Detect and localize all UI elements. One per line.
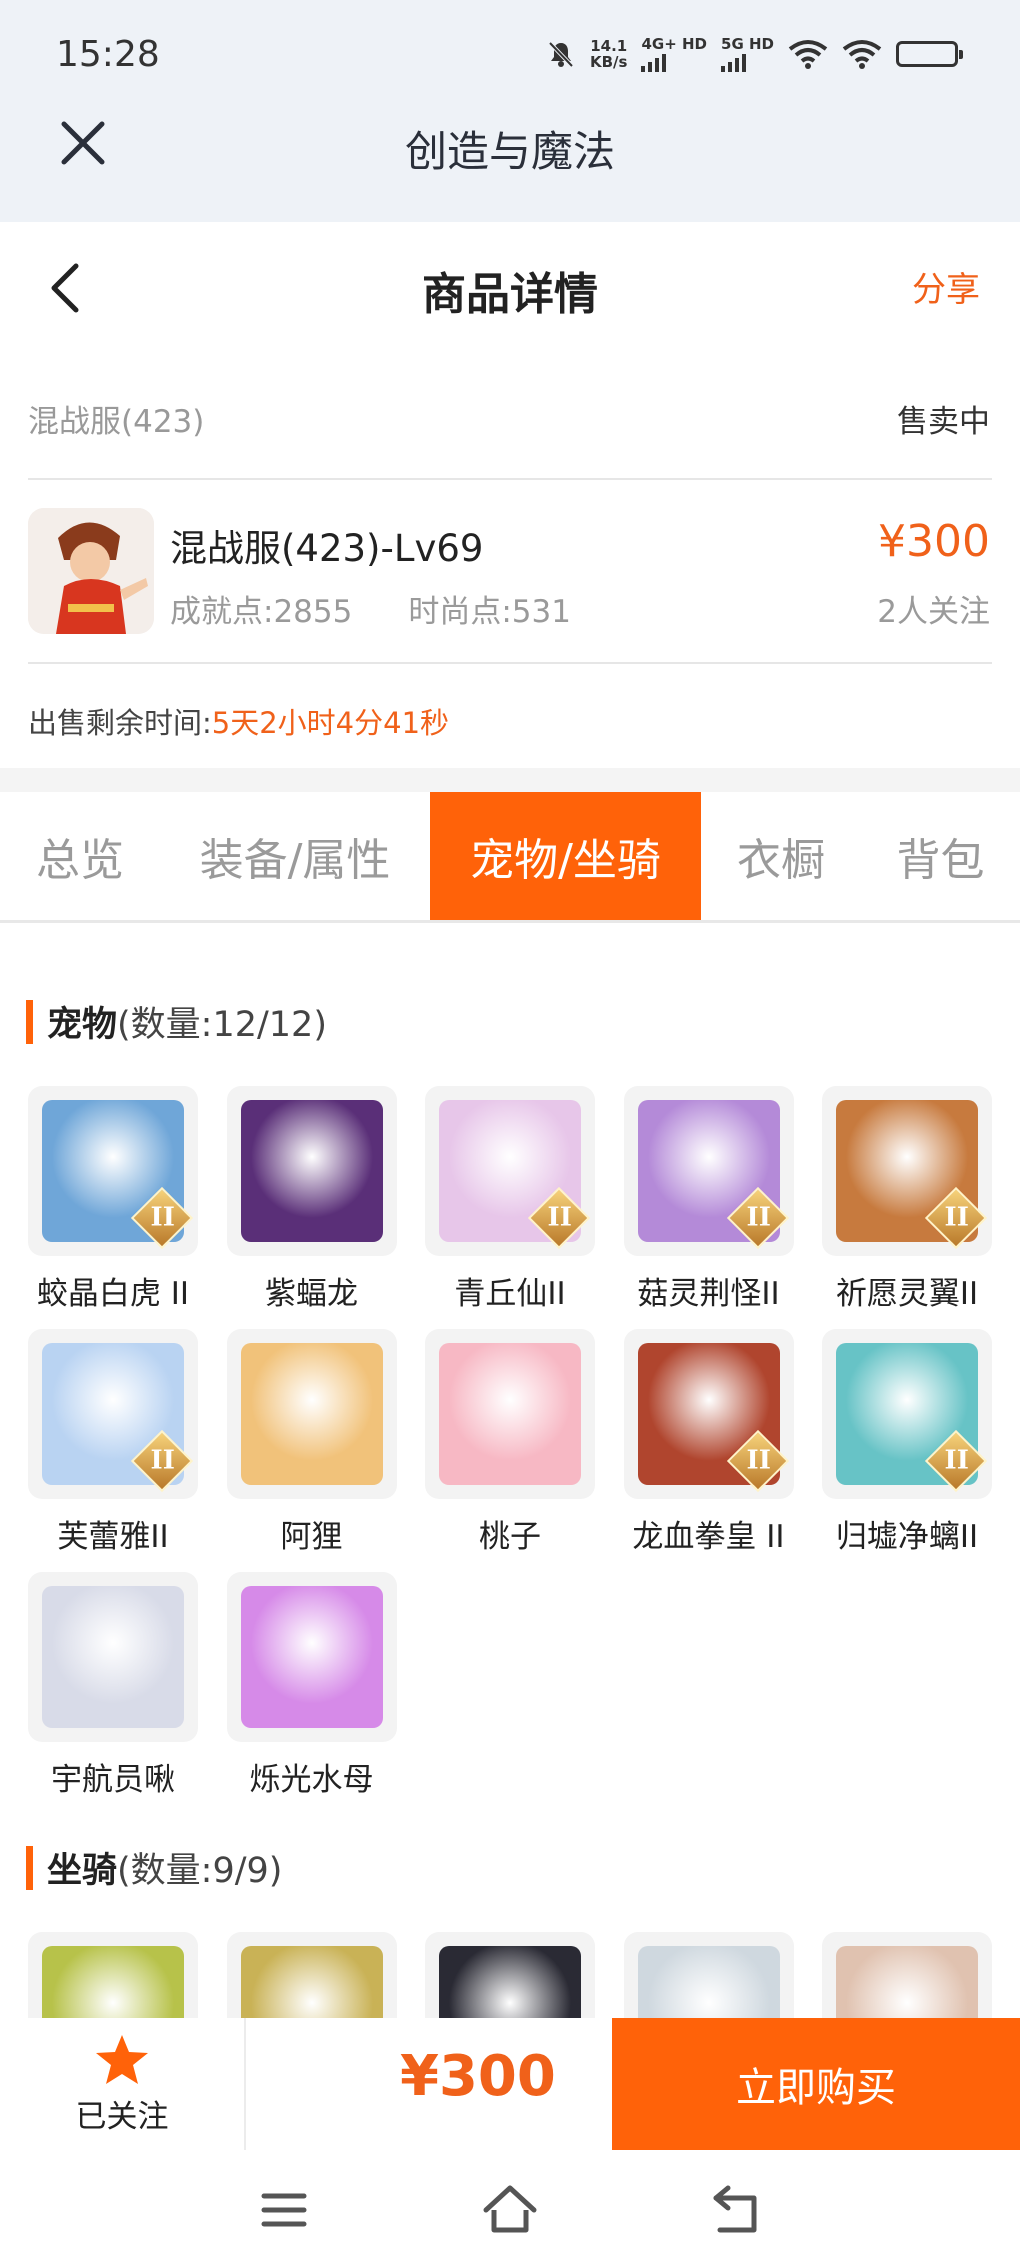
- pet-name: 祈愿灵翼II: [835, 1276, 979, 1312]
- pet-thumbnail: [226, 1572, 397, 1742]
- character-name: 混战服(423)-Lv69: [170, 527, 484, 570]
- pet-item[interactable]: 烁光水母: [226, 1572, 397, 1799]
- pet-item[interactable]: II 菇灵荆怪II: [623, 1086, 794, 1313]
- listing-price: ¥300: [878, 516, 990, 567]
- status-time: 15:28: [56, 34, 160, 75]
- achievement-points: 成就点:2855: [170, 594, 353, 630]
- pet-item[interactable]: 阿狸: [226, 1329, 397, 1556]
- mounts-title: 坐骑: [47, 1851, 118, 1891]
- sale-status: 售卖中: [897, 404, 990, 440]
- tab-equipment[interactable]: 装备/属性: [160, 792, 430, 920]
- pets-title: 宠物: [47, 1005, 118, 1045]
- pet-thumbnail: [425, 1329, 595, 1499]
- follower-count: 2人关注: [877, 594, 990, 630]
- share-button[interactable]: 分享: [912, 262, 980, 311]
- top-bar: 15:28 14.1 KB/s 4G+ HD 5G HD 创造与魔法: [0, 0, 1020, 222]
- remaining-time-value: 5天2小时4分41秒: [211, 706, 450, 740]
- server-name: 混战服(423): [28, 404, 205, 440]
- pet-thumbnail: [226, 1329, 397, 1499]
- app-title: 创造与魔法: [404, 127, 615, 176]
- pet-name: 归墟净螭II: [835, 1519, 979, 1555]
- wifi-icon-2: [842, 40, 882, 69]
- pet-artwork: [42, 1586, 184, 1728]
- divider: [244, 2018, 246, 2150]
- pet-item[interactable]: 宇航员啾: [28, 1572, 198, 1799]
- pet-item[interactable]: II 祈愿灵翼II: [822, 1086, 992, 1313]
- pet-item[interactable]: II 青丘仙II: [425, 1086, 595, 1313]
- pet-name: 烁光水母: [249, 1762, 374, 1798]
- pets-grid: II 蛟晶白虎 II 紫蝠龙 II 青丘仙II II 菇灵荆怪II II 祈愿灵翼II II 芙蕾雅…: [28, 1086, 992, 1799]
- buy-now-button[interactable]: 立即购买: [612, 2018, 1020, 2150]
- battery-icon: [896, 41, 963, 67]
- pet-artwork: [240, 1586, 383, 1728]
- mute-bell-icon: [548, 41, 574, 68]
- tabs-divider: [0, 920, 1020, 923]
- pet-name: 阿狸: [280, 1519, 343, 1555]
- pet-name: 芙蕾雅II: [57, 1519, 169, 1555]
- pet-thumbnail: [226, 1086, 397, 1256]
- divider: [28, 662, 992, 664]
- status-icons: 14.1 KB/s 4G+ HD 5G HD: [546, 36, 963, 72]
- bottom-price: ¥300: [400, 2044, 556, 2109]
- section-accent: [26, 1845, 33, 1890]
- mounts-section-header: 坐骑 (数量:9/9): [26, 1842, 282, 1893]
- follow-button[interactable]: 已关注: [0, 2018, 244, 2150]
- pet-name: 宇航员啾: [51, 1762, 175, 1798]
- pet-name: 青丘仙II: [454, 1276, 566, 1312]
- net-speed: 14.1 KB/s: [590, 37, 628, 71]
- bottom-action-bar: 已关注 ¥300 立即购买: [0, 2018, 1020, 2150]
- remaining-time: 出售剩余时间:5天2小时4分41秒: [28, 706, 450, 740]
- sim1-signal: 4G+ HD: [641, 36, 707, 72]
- pet-name: 蛟晶白虎 II: [36, 1276, 190, 1312]
- pet-thumbnail: II: [822, 1329, 992, 1499]
- pets-count: (数量:12/12): [117, 1005, 327, 1045]
- pet-item[interactable]: II 蛟晶白虎 II: [28, 1086, 198, 1313]
- tab-pets-mounts[interactable]: 宠物/坐骑: [430, 792, 701, 920]
- tab-overview[interactable]: 总览: [0, 792, 160, 920]
- divider: [28, 478, 992, 480]
- pet-item[interactable]: II 芙蕾雅II: [28, 1329, 198, 1556]
- section-gap: [0, 768, 1020, 792]
- pet-item[interactable]: II 龙血拳皇 II: [623, 1329, 794, 1556]
- tab-wardrobe[interactable]: 衣橱: [701, 792, 861, 920]
- pet-thumbnail: II: [425, 1086, 595, 1256]
- home-icon[interactable]: [480, 2180, 540, 2240]
- tab-bar: 总览 装备/属性 宠物/坐骑 衣橱 背包: [0, 792, 1020, 920]
- pet-item[interactable]: 紫蝠龙: [226, 1086, 397, 1313]
- fashion-points: 时尚点:531: [408, 594, 571, 630]
- pet-item[interactable]: 桃子: [425, 1329, 595, 1556]
- pet-thumbnail: II: [623, 1086, 794, 1256]
- pet-thumbnail: II: [28, 1329, 198, 1499]
- pets-section-header: 宠物 (数量:12/12): [26, 996, 327, 1047]
- tab-backpack[interactable]: 背包: [861, 792, 1020, 920]
- follow-label: 已关注: [75, 2098, 169, 2135]
- system-nav-bar: [0, 2150, 1020, 2267]
- return-icon[interactable]: [706, 2180, 766, 2240]
- pet-thumbnail: II: [28, 1086, 198, 1256]
- pet-item[interactable]: II 归墟净螭II: [822, 1329, 992, 1556]
- sim2-signal: 5G HD: [721, 36, 774, 72]
- pet-artwork: [439, 1343, 581, 1485]
- pet-artwork: [240, 1100, 383, 1242]
- pet-name: 菇灵荆怪II: [637, 1276, 780, 1312]
- star-icon: [96, 2034, 148, 2084]
- character-avatar: [28, 508, 154, 634]
- pet-thumbnail: [28, 1572, 198, 1742]
- pet-name: 桃子: [479, 1519, 541, 1555]
- character-stats: 成就点:2855 时尚点:531: [170, 586, 571, 631]
- pet-name: 紫蝠龙: [265, 1276, 358, 1312]
- section-accent: [26, 999, 33, 1044]
- menu-icon[interactable]: [254, 2180, 314, 2240]
- pet-thumbnail: II: [623, 1329, 794, 1499]
- pet-thumbnail: II: [822, 1086, 992, 1256]
- wifi-icon: [788, 40, 828, 69]
- pet-name: 龙血拳皇 II: [632, 1519, 785, 1555]
- pet-artwork: [240, 1343, 383, 1485]
- mounts-count: (数量:9/9): [117, 1851, 283, 1891]
- page-title: 商品详情: [422, 269, 598, 320]
